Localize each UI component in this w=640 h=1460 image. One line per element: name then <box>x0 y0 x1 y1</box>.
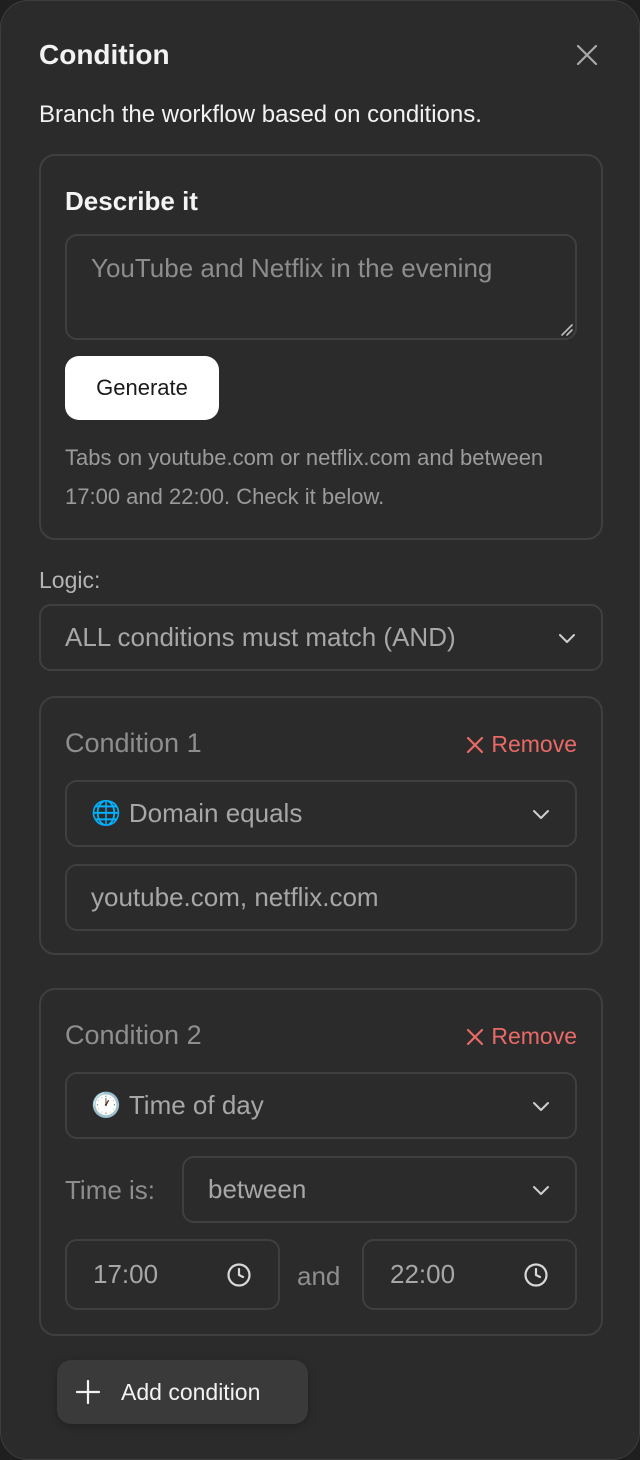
clock-emoji-icon: 🕐 <box>91 1092 121 1119</box>
chevron-down-icon <box>557 628 577 648</box>
time-operator-value: between <box>208 1174 307 1204</box>
close-icon <box>576 44 598 66</box>
describe-input[interactable] <box>65 234 577 340</box>
condition-type-select[interactable]: 🌐 Domain equals <box>65 780 577 847</box>
remove-label: Remove <box>491 731 577 757</box>
chevron-down-icon <box>531 1096 551 1116</box>
start-time-value: 17:00 <box>93 1259 159 1289</box>
end-time-input[interactable]: 22:00 <box>362 1239 577 1310</box>
panel-title: Condition <box>39 39 170 70</box>
time-operator-select[interactable]: between <box>182 1156 577 1223</box>
clock-icon[interactable] <box>226 1262 252 1288</box>
remove-label: Remove <box>491 1023 577 1049</box>
time-is-label: Time is: <box>65 1175 156 1205</box>
describe-card: Describe it Generate Tabs on youtube.com… <box>39 154 603 540</box>
add-condition-button[interactable]: Add condition <box>57 1360 308 1424</box>
logic-select-value: ALL conditions must match (AND) <box>65 622 456 652</box>
condition-title: Condition 1 <box>65 728 202 758</box>
describe-title: Describe it <box>65 186 198 216</box>
end-time-value: 22:00 <box>390 1259 456 1289</box>
condition-panel: Condition Branch the workflow based on c… <box>0 0 640 1460</box>
domain-input-placeholder: youtube.com, netflix.com <box>91 882 379 912</box>
condition-type-select[interactable]: 🕐 Time of day <box>65 1072 577 1139</box>
logic-label: Logic: <box>39 567 101 593</box>
condition-card-1: Condition 1 Remove 🌐 Domain equals youtu… <box>39 696 603 955</box>
start-time-input[interactable]: 17:00 <box>65 1239 280 1310</box>
chevron-down-icon <box>531 804 551 824</box>
add-condition-label: Add condition <box>121 1378 261 1405</box>
x-icon <box>467 736 484 753</box>
condition-type-value: Time of day <box>128 1090 264 1120</box>
condition-card-2: Condition 2 Remove 🕐 Time of day Time is… <box>39 988 603 1336</box>
clock-icon[interactable] <box>523 1262 549 1288</box>
condition-title: Condition 2 <box>65 1020 202 1050</box>
remove-condition-button[interactable]: Remove <box>465 731 577 758</box>
condition-type-value: Domain equals <box>128 798 303 828</box>
globe-icon: 🌐 <box>91 800 121 827</box>
logic-select[interactable]: ALL conditions must match (AND) <box>39 604 603 671</box>
and-label: and <box>297 1261 341 1291</box>
generate-button[interactable]: Generate <box>65 356 219 420</box>
x-icon <box>467 1028 484 1045</box>
panel-subtitle: Branch the workflow based on conditions. <box>39 101 482 128</box>
remove-condition-button[interactable]: Remove <box>465 1023 577 1050</box>
plus-icon <box>75 1379 101 1405</box>
chevron-down-icon <box>531 1180 551 1200</box>
close-button[interactable] <box>571 39 603 71</box>
domain-input[interactable]: youtube.com, netflix.com <box>65 864 577 931</box>
generate-hint: Tabs on youtube.com or netflix.com and b… <box>65 445 544 509</box>
